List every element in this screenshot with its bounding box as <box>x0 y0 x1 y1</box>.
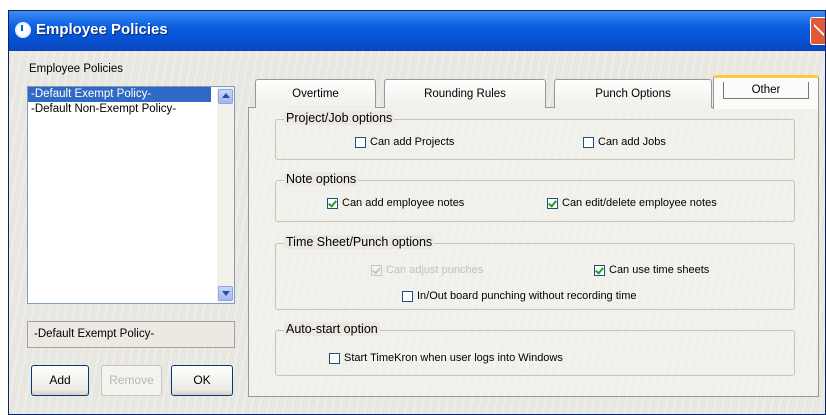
close-button[interactable] <box>810 17 825 45</box>
tab-other-label: Other <box>722 82 810 99</box>
checkbox-box[interactable] <box>547 197 558 209</box>
checkbox-label: Can adjust punches <box>386 264 484 276</box>
checkbox-label: Can add Projects <box>370 136 455 148</box>
checkbox-box[interactable] <box>327 197 338 209</box>
dialog-body: Employee Policies -Default Exempt Policy… <box>9 51 825 414</box>
can-add-jobs-checkbox[interactable]: Can add Jobs <box>583 136 666 148</box>
checkbox-label: Can use time sheets <box>609 264 710 276</box>
inout-board-checkbox[interactable]: In/Out board punching without recording … <box>402 290 637 302</box>
project-job-group: Project/Job options Can add Projects Can… <box>275 111 795 160</box>
tab-other[interactable]: Other <box>713 75 819 109</box>
app-clock-icon <box>15 22 31 38</box>
checkbox-label: Can edit/delete employee notes <box>562 197 717 209</box>
checkbox-box <box>371 264 382 276</box>
checkbox-box[interactable] <box>402 290 413 302</box>
tab-punch-options[interactable]: Punch Options <box>554 79 712 108</box>
checkbox-label: Can add Jobs <box>598 136 666 148</box>
can-adjust-punches-checkbox: Can adjust punches <box>371 264 483 276</box>
policies-list-label: Employee Policies <box>29 63 123 75</box>
checkbox-label: Can add employee notes <box>342 197 465 209</box>
can-add-notes-checkbox[interactable]: Can add employee notes <box>327 197 464 209</box>
policy-name-field[interactable]: -Default Exempt Policy- <box>27 321 235 348</box>
checkbox-box[interactable] <box>583 136 594 148</box>
timesheet-punch-group: Time Sheet/Punch options Can adjust punc… <box>275 235 795 310</box>
title-bar[interactable]: Employee Policies <box>9 11 825 51</box>
ok-button[interactable]: OK <box>171 365 233 396</box>
list-item[interactable]: -Default Exempt Policy- <box>28 87 211 102</box>
group-title: Auto-start option <box>284 322 380 336</box>
scroll-down-button[interactable] <box>218 286 233 301</box>
can-edit-notes-checkbox[interactable]: Can edit/delete employee notes <box>547 197 717 209</box>
employee-policies-window: Employee Policies Employee Policies -Def… <box>8 10 826 415</box>
policies-listbox[interactable]: -Default Exempt Policy- -Default Non-Exe… <box>27 86 235 304</box>
note-options-group: Note options Can add employee notes Can … <box>275 172 795 222</box>
checkbox-box[interactable] <box>594 264 605 276</box>
checkbox-box[interactable] <box>355 136 366 148</box>
list-item[interactable]: -Default Non-Exempt Policy- <box>28 102 234 117</box>
group-title: Time Sheet/Punch options <box>284 235 435 249</box>
autostart-group: Auto-start option Start TimeKron when us… <box>275 322 795 376</box>
tab-rounding-rules[interactable]: Rounding Rules <box>384 79 546 108</box>
group-title: Note options <box>284 172 359 186</box>
tab-overtime[interactable]: Overtime <box>255 79 376 108</box>
list-scrollbar[interactable] <box>217 87 234 303</box>
window-title: Employee Policies <box>36 21 168 38</box>
checkbox-box[interactable] <box>329 352 340 364</box>
can-use-timesheets-checkbox[interactable]: Can use time sheets <box>594 264 709 276</box>
checkbox-label: In/Out board punching without recording … <box>417 290 637 302</box>
group-title: Project/Job options <box>284 111 395 125</box>
add-button[interactable]: Add <box>31 365 89 396</box>
remove-button[interactable]: Remove <box>101 365 162 396</box>
checkbox-label: Start TimeKron when user logs into Windo… <box>344 352 563 364</box>
start-timekron-checkbox[interactable]: Start TimeKron when user logs into Windo… <box>329 352 563 364</box>
scroll-up-button[interactable] <box>218 89 233 104</box>
can-add-projects-checkbox[interactable]: Can add Projects <box>355 136 454 148</box>
